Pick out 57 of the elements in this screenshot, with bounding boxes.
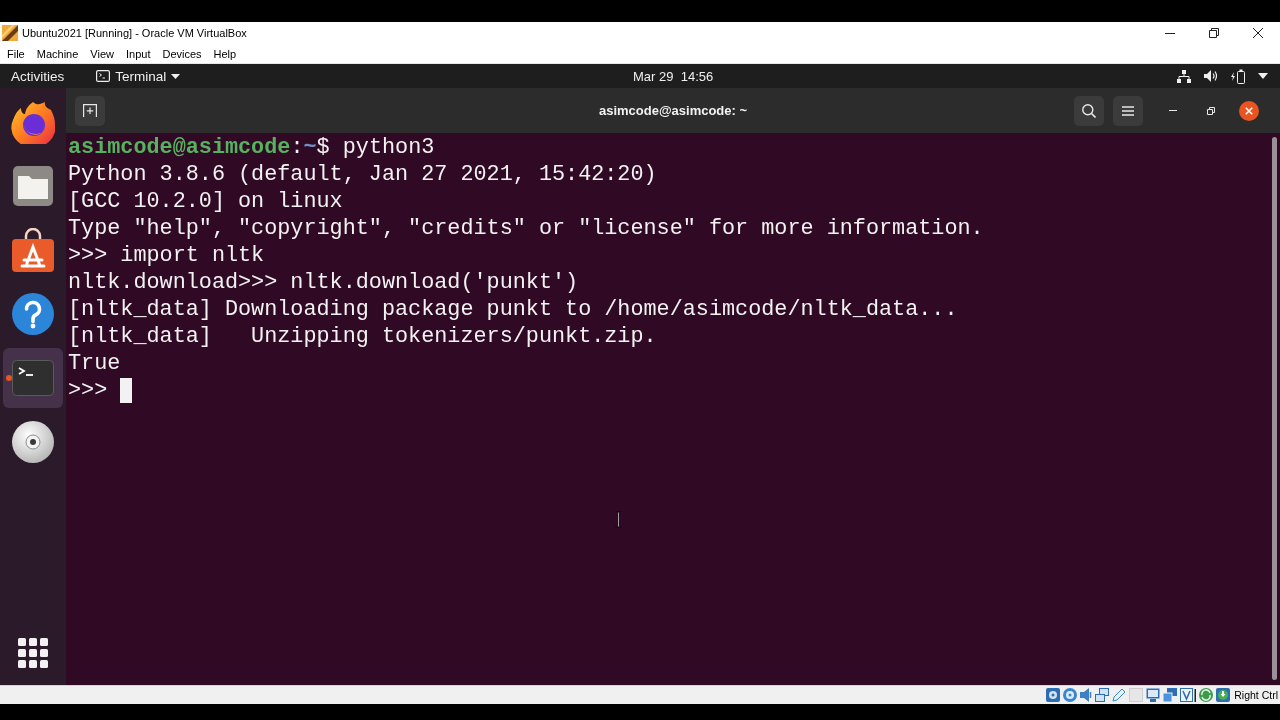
restore-icon[interactable] [1209,28,1219,38]
close-icon[interactable] [1239,100,1259,121]
terminal-line: [nltk_data] Downloading package punkt to /home/asimcode/nltk_data... [68,296,958,323]
scrollbar[interactable] [1271,137,1277,680]
activities-button[interactable]: Activities [11,68,65,84]
search-icon [1082,103,1096,118]
terminal-line: nltk.download>>> nltk.download('punkt') [68,269,579,296]
minimize-icon[interactable] [1165,32,1175,34]
overlapping-windows-icon[interactable] [1095,688,1110,702]
network-icon[interactable] [1177,69,1191,83]
stacked-windows-icon[interactable] [1163,688,1178,702]
caret-icon [171,73,181,79]
close-icon[interactable] [1253,28,1263,38]
pen-icon[interactable] [1112,688,1127,702]
terminal-icon [12,360,54,396]
menu-item[interactable]: Machine [30,45,85,62]
box-logo-icon [2,25,18,41]
menu-item[interactable]: Devices [156,45,208,62]
disc-icon[interactable] [1063,688,1078,702]
disc-icon [12,421,54,463]
terminal-line: asimcode@asimcode:~$ python3 [68,134,435,161]
monitor-icon[interactable] [1146,688,1161,702]
question-mark-icon [12,293,54,335]
menu-icon [1122,105,1134,116]
folder-icon [13,166,53,206]
window-title: Ubuntu2021 [Running] - Oracle VM VirtualBox [22,27,247,39]
terminal-line: True [68,350,121,377]
speaker-icon[interactable] [1204,70,1218,82]
terminal-line: >>> import nltk [68,242,265,269]
blank-tile-icon[interactable] [1129,688,1144,702]
search-button[interactable] [1074,95,1104,126]
add-tab-icon [83,104,97,117]
terminal-line: Python 3.8.6 (default, Jan 27 2021, 15:42:20) [68,161,657,188]
menu-item[interactable]: File [1,45,31,62]
app-grid-icon[interactable] [18,638,48,668]
terminal-line: Type "help", "copyright", "credits" or "license" for more information. [68,215,984,242]
chevron-tile-icon[interactable] [1180,688,1197,702]
menu-button[interactable] [1113,95,1143,126]
terminal-line: [nltk_data] Unzipping tokenizers/punkt.zip. [68,323,657,350]
terminal-line: >>> [68,377,108,404]
down-arrow-icon[interactable] [1216,688,1231,702]
terminal-line: [GCC 10.2.0] on linux [68,188,343,215]
menu-item[interactable]: Input [119,45,157,62]
menu-item[interactable]: View [84,45,120,62]
app-menu-button[interactable]: Terminal [96,68,181,84]
host-key-label: Right Ctrl [1234,689,1278,701]
battery-icon[interactable] [1231,68,1245,84]
menu-item[interactable]: Help [207,45,243,62]
clock[interactable]: Mar 29 14:56 [633,68,714,84]
terminal-title: asimcode@asimcode: ~ [598,103,748,118]
i-beam-pointer-icon [614,511,623,528]
flame-globe-icon [11,100,55,144]
shopping-bag-icon [12,228,54,272]
caret-icon[interactable] [1258,73,1268,79]
new-tab-button[interactable] [75,95,105,126]
drive-icon[interactable] [1046,688,1061,702]
terminal-icon [96,70,111,82]
